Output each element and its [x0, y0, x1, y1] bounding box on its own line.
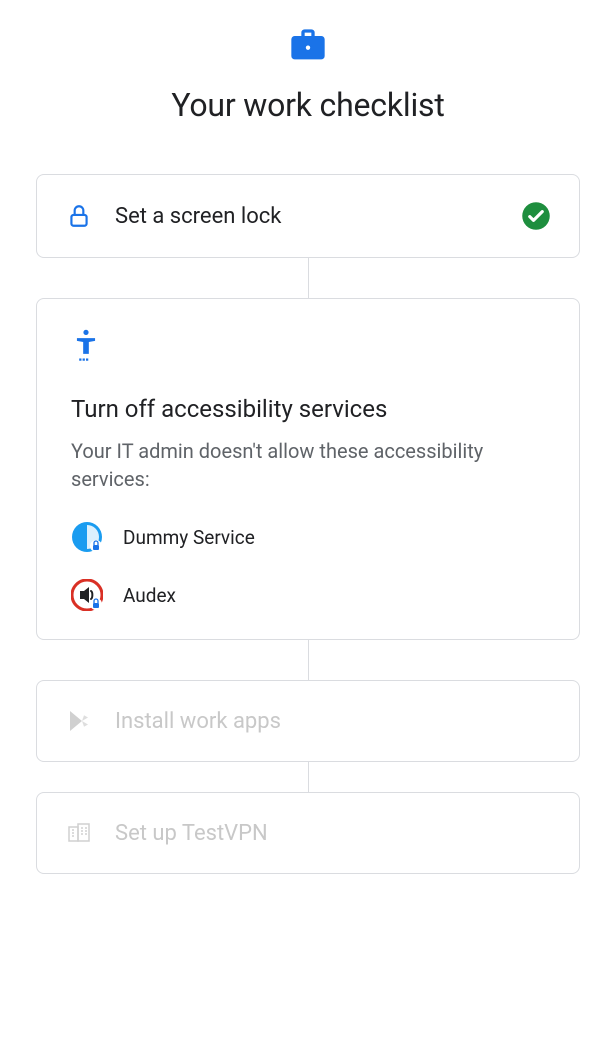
dummy-service-app-icon: [71, 521, 103, 553]
service-list: Dummy Service Audex: [71, 521, 545, 611]
checklist-item-install-apps[interactable]: Install work apps: [36, 680, 580, 762]
checklist-item-screen-lock[interactable]: Set a screen lock: [36, 174, 580, 258]
accessibility-section-title: Turn off accessibility services: [71, 395, 545, 423]
check-circle-icon: [521, 201, 551, 231]
checklist-item-title: Install work apps: [115, 709, 551, 734]
connector-line: [308, 762, 309, 792]
connector-line: [308, 258, 309, 298]
service-name: Dummy Service: [123, 526, 255, 549]
service-item-dummy[interactable]: Dummy Service: [71, 521, 545, 553]
connector-line: [308, 640, 309, 680]
briefcase-icon: [36, 26, 580, 66]
audex-app-icon: [71, 579, 103, 611]
accessibility-section-description: Your IT admin doesn't allow these access…: [71, 437, 545, 493]
service-item-audex[interactable]: Audex: [71, 579, 545, 611]
accessibility-icon: [71, 329, 545, 367]
checklist-item-title: Set up TestVPN: [115, 821, 551, 846]
work-checklist-container: Your work checklist Set a screen lock: [0, 0, 616, 874]
service-name: Audex: [123, 584, 176, 607]
checklist-item-accessibility[interactable]: Turn off accessibility services Your IT …: [36, 298, 580, 640]
domain-icon: [65, 819, 93, 847]
lock-icon: [65, 202, 93, 230]
page-title: Your work checklist: [36, 86, 580, 124]
play-store-icon: [65, 707, 93, 735]
checklist-item-title: Set a screen lock: [115, 204, 499, 229]
checklist-item-testvpn[interactable]: Set up TestVPN: [36, 792, 580, 874]
